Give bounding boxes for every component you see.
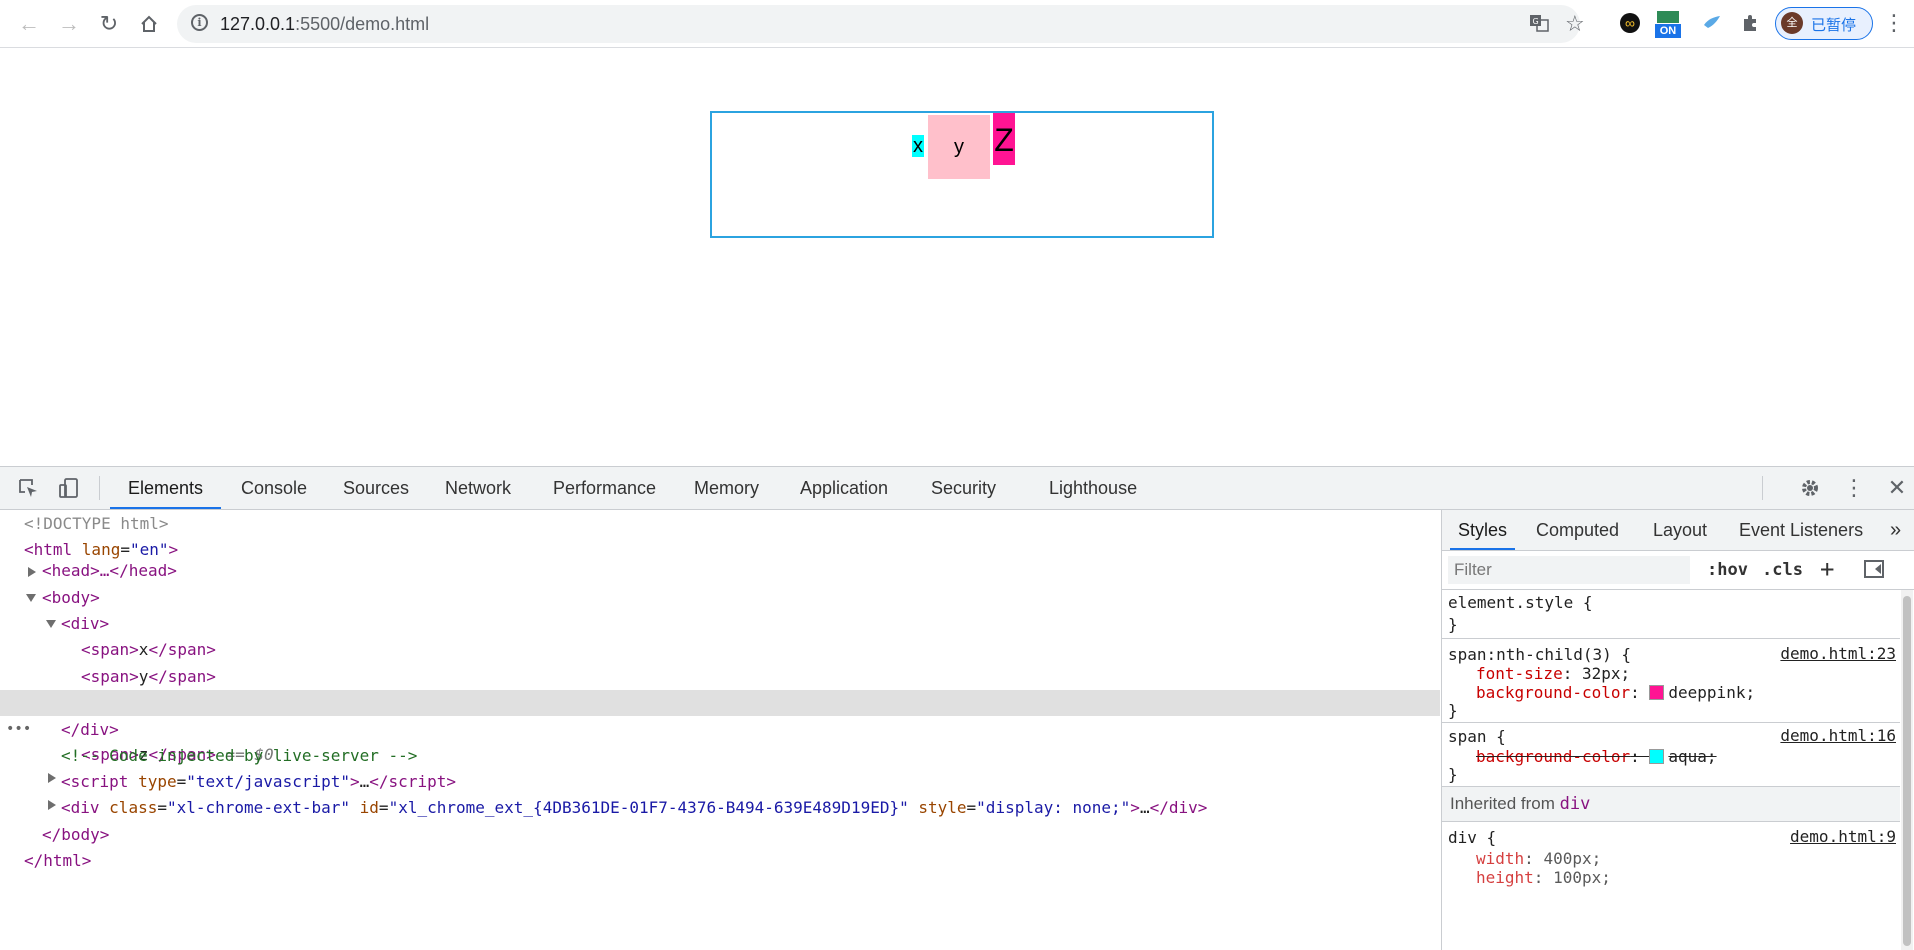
close-icon[interactable]: ✕	[1884, 475, 1910, 500]
collapse-div-icon[interactable]	[46, 620, 56, 628]
demo-div: x y Z	[710, 111, 1214, 238]
tab-elements[interactable]: Elements	[110, 467, 222, 509]
prop-height[interactable]: height: 100px;	[1476, 867, 1611, 889]
source-link[interactable]: demo.html:16	[1780, 726, 1896, 745]
rule-element-style: element.style { }	[1442, 590, 1900, 639]
url-text[interactable]: 127.0.0.1:5500/demo.html	[220, 14, 429, 35]
reload-icon[interactable]: ↻	[93, 8, 125, 40]
tab-layout[interactable]: Layout	[1653, 510, 1707, 550]
tab-application[interactable]: Application	[800, 467, 888, 509]
dom-ext-div[interactable]: <div class="xl-chrome-ext-bar" id="xl_ch…	[61, 795, 1207, 821]
tab-security[interactable]: Security	[931, 467, 996, 509]
devtools-panel: Elements Console Sources Network Perform…	[0, 466, 1914, 950]
rule-close: }	[1448, 765, 1458, 784]
dom-html-close[interactable]: </html>	[24, 848, 91, 874]
span-z: Z	[993, 113, 1015, 165]
source-link[interactable]: demo.html:23	[1780, 644, 1896, 663]
dom-body-close[interactable]: </body>	[42, 822, 109, 848]
tab-sources[interactable]: Sources	[343, 467, 409, 509]
rule-close: }	[1448, 615, 1458, 634]
extension-on-icon[interactable]: ON	[1655, 11, 1681, 38]
svg-text:G: G	[1533, 17, 1539, 26]
scroll-thumb[interactable]	[1903, 596, 1911, 946]
color-swatch-deeppink[interactable]	[1649, 685, 1665, 700]
dom-div-open[interactable]: <div>	[61, 611, 109, 637]
info-icon[interactable]: i	[191, 14, 208, 31]
new-rule-icon[interactable]: +	[1820, 555, 1834, 583]
home-icon[interactable]	[133, 8, 165, 40]
dom-span-z-selected[interactable]: ••• <span>z</span> == $0	[0, 690, 1440, 764]
inspect-element-icon[interactable]	[15, 476, 41, 500]
rule-selector[interactable]: div {	[1448, 827, 1496, 849]
toolbar-divider	[1762, 476, 1763, 500]
rule-div: div { demo.html:9 width: 400px; height: …	[1442, 822, 1900, 950]
extensions-icon[interactable]	[1737, 10, 1763, 36]
expand-head-icon[interactable]	[28, 567, 36, 577]
more-icon[interactable]: ⋮	[1883, 10, 1905, 36]
toolbar-divider	[99, 476, 100, 500]
toggle-sidebar-icon[interactable]	[1864, 560, 1884, 578]
dom-script[interactable]: <script type="text/javascript">…</script…	[61, 769, 456, 795]
tab-lighthouse[interactable]: Lighthouse	[1049, 467, 1137, 509]
rule-span: span { demo.html:16 background-color: aq…	[1442, 723, 1900, 787]
styles-filter-row: Filter :hov .cls +	[1442, 551, 1914, 590]
inherited-from-header: Inherited from div	[1442, 787, 1900, 822]
rule-selector[interactable]: span {	[1448, 726, 1506, 748]
more-tabs-icon[interactable]: »	[1890, 510, 1901, 550]
color-swatch-aqua[interactable]	[1649, 749, 1665, 764]
dom-doctype[interactable]: <!DOCTYPE html>	[24, 511, 169, 537]
rule-close: }	[1448, 701, 1458, 720]
more-options-icon[interactable]: ⋮	[1841, 475, 1867, 500]
extension-infinity-icon[interactable]: ∞	[1617, 10, 1643, 36]
dom-span-x[interactable]: <span>x</span>	[81, 637, 216, 663]
bird-extension-icon[interactable]	[1699, 10, 1725, 36]
tab-computed[interactable]: Computed	[1536, 510, 1619, 550]
devtools-tab-bar: Elements Console Sources Network Perform…	[0, 467, 1914, 510]
forward-icon[interactable]: →	[53, 8, 85, 40]
styles-scrollbar[interactable]	[1901, 590, 1913, 950]
tab-network[interactable]: Network	[445, 467, 511, 509]
device-toolbar-icon[interactable]	[56, 476, 82, 500]
translate-icon[interactable]: G	[1529, 13, 1549, 39]
span-y: y	[928, 115, 990, 179]
avatar: 全	[1781, 12, 1803, 34]
cls-button[interactable]: .cls	[1762, 560, 1803, 580]
prop-background-color[interactable]: background-color: deeppink;	[1476, 682, 1755, 704]
styles-tab-bar: Styles Computed Layout Event Listeners »	[1442, 510, 1914, 551]
dom-div-close[interactable]: </div>	[61, 717, 119, 743]
gear-icon[interactable]	[1797, 476, 1823, 500]
filter-input[interactable]: Filter	[1448, 556, 1690, 584]
elements-tree: <!DOCTYPE html> <html lang="en"> <head>……	[0, 510, 1440, 950]
tab-event-listeners[interactable]: Event Listeners	[1739, 510, 1863, 550]
dom-comment[interactable]: <!-- Code injected by live-server -->	[61, 743, 417, 769]
expand-ext-div-icon[interactable]	[48, 800, 56, 810]
dom-head[interactable]: <head>…</head>	[42, 558, 177, 584]
back-icon[interactable]: ←	[13, 8, 45, 40]
rule-span-nth-child: span:nth-child(3) { demo.html:23 font-si…	[1442, 639, 1900, 723]
dom-span-y[interactable]: <span>y</span>	[81, 664, 216, 690]
profile-button[interactable]: 全 已暂停	[1775, 7, 1873, 40]
tab-console[interactable]: Console	[241, 467, 307, 509]
tab-styles[interactable]: Styles	[1450, 510, 1516, 550]
star-icon[interactable]: ☆	[1565, 11, 1585, 37]
prop-background-color-overridden[interactable]: background-color: aqua;	[1476, 746, 1717, 768]
tab-memory[interactable]: Memory	[694, 467, 759, 509]
collapse-body-icon[interactable]	[26, 594, 36, 602]
tab-performance[interactable]: Performance	[553, 467, 656, 509]
profile-status-label: 已暂停	[1811, 17, 1857, 34]
source-link[interactable]: demo.html:9	[1790, 827, 1896, 846]
hov-button[interactable]: :hov	[1707, 560, 1748, 580]
styles-pane: Styles Computed Layout Event Listeners »…	[1441, 510, 1914, 950]
rule-selector[interactable]: element.style {	[1448, 592, 1593, 614]
dom-body-open[interactable]: <body>	[42, 585, 100, 611]
browser-toolbar: ← → ↻ i 127.0.0.1:5500/demo.html G ☆ ∞ O…	[0, 0, 1914, 48]
span-x: x	[912, 135, 924, 157]
page-viewport: x y Z	[0, 48, 1914, 466]
address-bar[interactable]: i 127.0.0.1:5500/demo.html G ☆	[177, 5, 1585, 43]
more-actions-icon[interactable]: •••	[6, 716, 31, 742]
expand-script-icon[interactable]	[48, 773, 56, 783]
